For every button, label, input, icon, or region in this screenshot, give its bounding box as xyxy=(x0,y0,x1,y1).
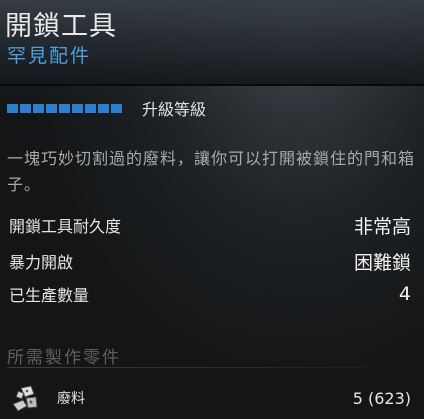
stat-value: 困難鎖 xyxy=(353,251,411,274)
item-tooltip: 開鎖工具 罕見配件 升級等級 一塊巧妙切割過的廢料，讓你可以打開被鎖住的門和箱子… xyxy=(0,0,424,419)
materials-section-title: 所需製作零件 xyxy=(7,348,121,368)
upgrade-level-pips xyxy=(7,103,122,113)
upgrade-pip xyxy=(46,103,57,113)
item-description: 一塊巧妙切割過的廢料，讓你可以打開被鎖住的門和箱子。 xyxy=(7,149,416,194)
item-rarity: 罕見配件 xyxy=(7,45,92,67)
upgrade-pip xyxy=(20,103,31,113)
stat-label: 開鎖工具耐久度 xyxy=(9,217,122,236)
material-name: 廢料 xyxy=(57,391,85,407)
stat-row-produced: 已生產數量 4 xyxy=(9,281,411,307)
upgrade-pip xyxy=(98,103,109,113)
upgrade-pip xyxy=(33,103,44,113)
stat-value: 非常高 xyxy=(353,215,411,238)
stat-row-durability: 開鎖工具耐久度 非常高 xyxy=(9,212,411,238)
item-title: 開鎖工具 xyxy=(5,11,117,42)
stat-label: 暴力開啟 xyxy=(9,253,74,272)
upgrade-pip xyxy=(85,103,96,113)
tooltip-header: 開鎖工具 罕見配件 xyxy=(0,0,424,86)
materials-divider xyxy=(7,367,417,368)
stat-value: 4 xyxy=(398,283,411,305)
scrap-metal-icon xyxy=(9,382,41,414)
upgrade-level-label: 升級等級 xyxy=(142,100,207,119)
upgrade-pip xyxy=(7,103,18,113)
material-count: 5 (623) xyxy=(352,388,411,408)
upgrade-pip xyxy=(59,103,70,113)
material-row: 廢料 5 (623) xyxy=(9,382,411,414)
stat-row-force-open: 暴力開啟 困難鎖 xyxy=(9,248,411,274)
upgrade-level-row: 升級等級 xyxy=(7,97,206,119)
stat-label: 已生產數量 xyxy=(9,286,90,305)
upgrade-pip xyxy=(72,103,83,113)
upgrade-pip xyxy=(111,103,122,113)
